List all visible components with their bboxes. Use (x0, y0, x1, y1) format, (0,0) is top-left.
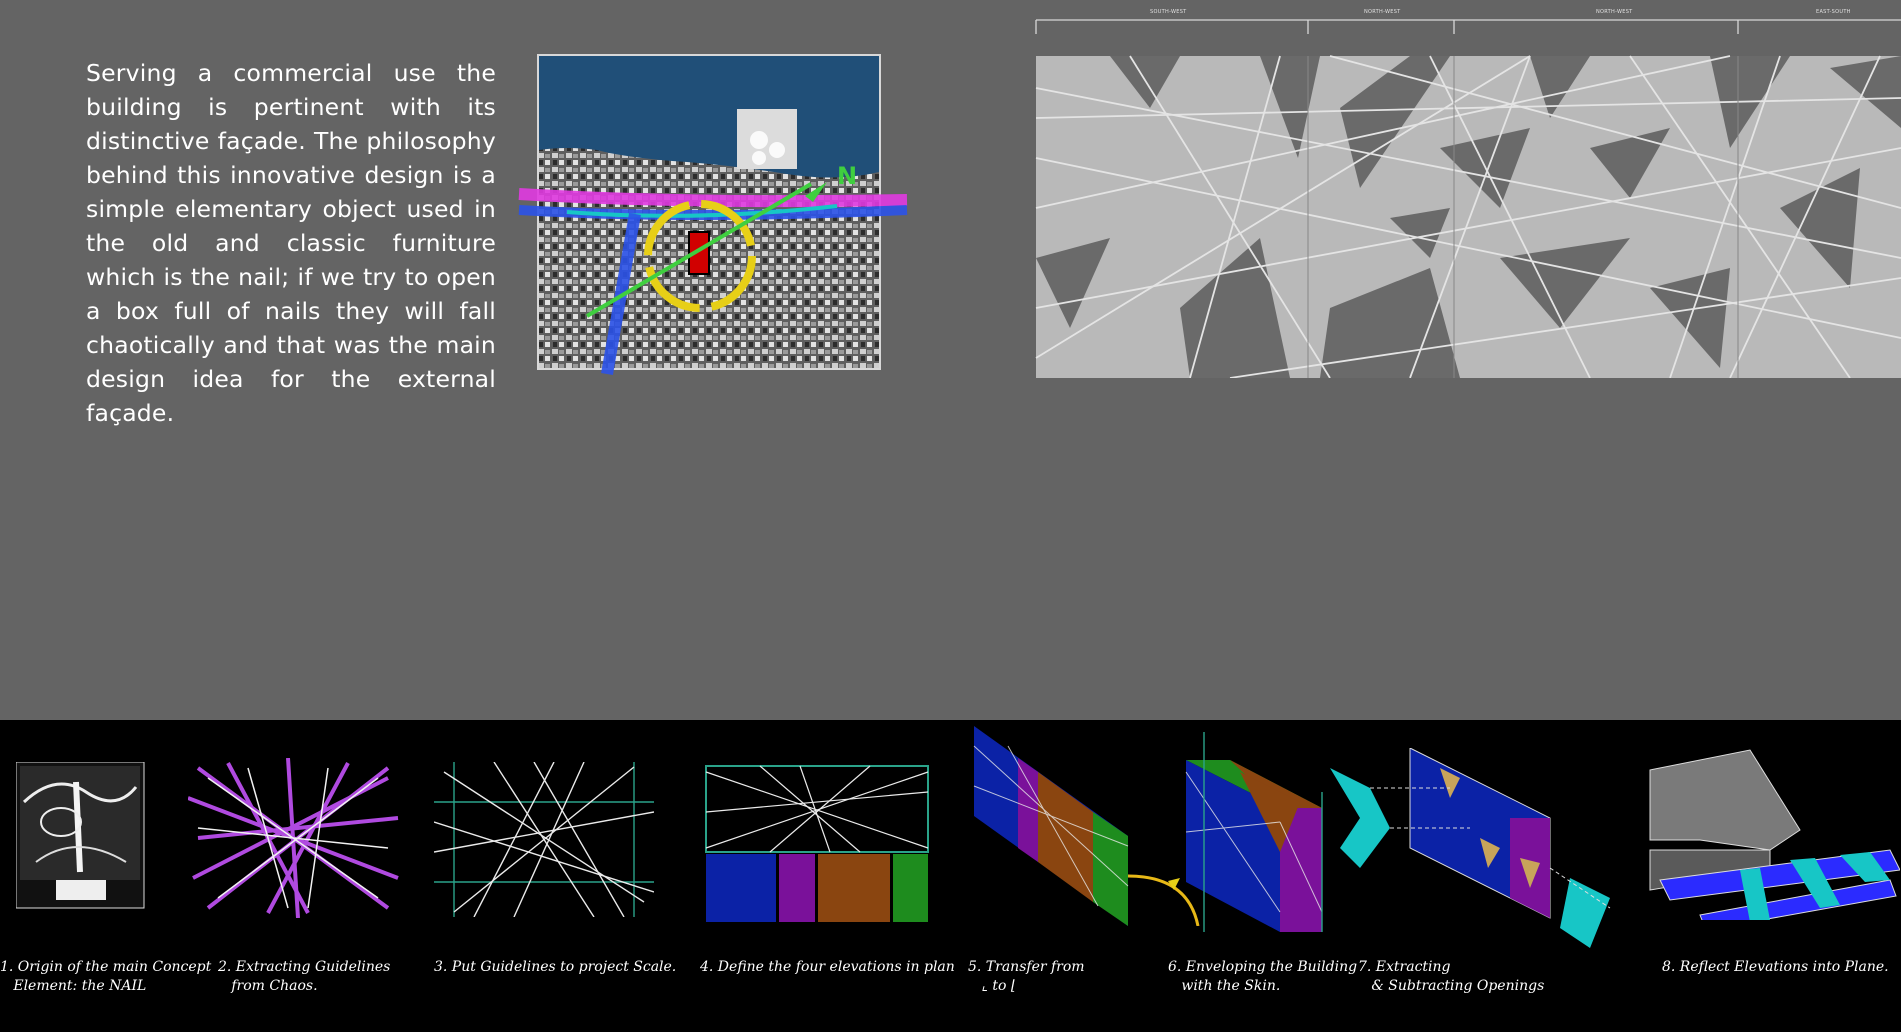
facade-panel (1035, 55, 1901, 379)
facade-label-4: EAST-SOUTH (1816, 9, 1851, 15)
step-1-figure (15, 761, 146, 916)
step-8-caption: 8. Reflect Elevations into Plane. (1662, 959, 1889, 975)
step-6-caption: 6. Enveloping the Building with the Skin… (1168, 959, 1358, 994)
step-7-figure (1330, 747, 1630, 952)
step-5-figure (968, 726, 1208, 930)
site-map-image: N (518, 54, 908, 376)
step-1-caption: 1. Origin of the main Concept Element: t… (0, 959, 212, 994)
intro-paragraph: Serving a commercial use the building is… (86, 59, 496, 427)
facade-label-2: NORTH-WEST (1364, 9, 1401, 15)
concept-steps-strip: 1. Origin of the main Concept Element: t… (0, 720, 1901, 1032)
step-6-figure (1180, 732, 1330, 936)
step-4-figure (700, 762, 934, 934)
step-2-figure (187, 757, 403, 922)
step-3-caption: 3. Put Guidelines to project Scale. (434, 959, 677, 975)
facade-drawing (1035, 19, 1901, 379)
magenta-road (518, 188, 908, 208)
step-4-caption: 4. Define the four elevations in plan (700, 959, 955, 975)
site-map-drawing (518, 56, 908, 376)
step-3-figure (433, 761, 655, 921)
facade-label-3: NORTH-WEST (1596, 9, 1633, 15)
step-8-figure (1640, 740, 1901, 931)
step-5-caption: 5. Transfer from ⌞ to ⌊ (968, 959, 1085, 994)
facade-elevation: SOUTH-WEST NORTH-WEST NORTH-WEST EAST-SO… (1030, 8, 1901, 379)
north-label: N (837, 162, 858, 190)
step-7-caption: 7. Extracting & Subtracting Openings (1358, 959, 1545, 994)
step-2-caption: 2. Extracting Guidelines from Chaos. (218, 959, 391, 994)
facade-label-1: SOUTH-WEST (1150, 9, 1187, 15)
